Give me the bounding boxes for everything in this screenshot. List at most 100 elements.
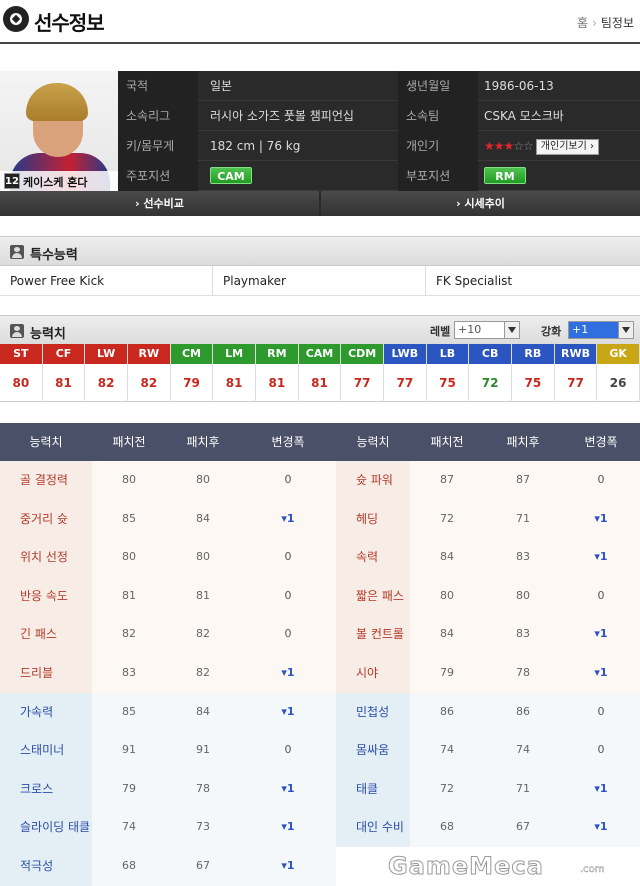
team-value: CSKA 모스크바 <box>484 109 564 123</box>
stat-value: 78 <box>484 654 562 693</box>
position-label: CM <box>170 344 213 364</box>
stat-change: ▾1 <box>562 808 640 847</box>
stat-value: 80 <box>92 538 166 577</box>
position-cell: CF 81 <box>42 344 86 402</box>
position-value: 77 <box>567 376 584 390</box>
stat-value: 82 <box>166 654 240 693</box>
main-position-badge: CAM <box>210 167 252 184</box>
special-abilities-list: Power Free Kick Playmaker FK Specialist <box>0 266 640 296</box>
stat-name: 볼 컨트롤 <box>336 615 410 654</box>
position-cell: CDM 77 <box>341 344 384 402</box>
stat-change: 0 <box>562 576 640 616</box>
breadcrumb-home-link[interactable]: 홈 <box>577 16 588 30</box>
stat-value: 91 <box>92 731 166 770</box>
stat-value: 83 <box>484 615 562 654</box>
special-ability-item: Playmaker <box>213 266 426 296</box>
column-header: 패치전 <box>112 435 146 449</box>
table-row: 중거리 슛 85 84 ▾1 헤딩 72 71 ▾1 <box>0 499 640 539</box>
level-select[interactable]: +10 <box>454 321 520 339</box>
league-label: 소속리그 <box>118 101 198 131</box>
position-cell: LB 75 <box>426 344 470 402</box>
position-cell: CAM 81 <box>298 344 342 402</box>
stat-change: ▾1 <box>240 692 336 732</box>
position-label: CDM <box>341 344 383 364</box>
position-label: RWB <box>554 344 597 364</box>
birth-label: 생년월일 <box>398 71 478 101</box>
stat-value: 67 <box>484 808 562 847</box>
stat-name: 대인 수비 <box>336 808 410 847</box>
market-trend-button[interactable]: › 시세추이 <box>321 191 640 216</box>
stat-name: 속력 <box>336 538 410 577</box>
enhance-select[interactable]: +1 <box>568 321 634 339</box>
position-value: 82 <box>140 376 158 390</box>
nationality-label: 국적 <box>118 71 198 101</box>
stat-name: 스태미너 <box>0 731 92 770</box>
position-value: 80 <box>12 376 30 390</box>
special-abilities-title: 특수능력 <box>30 248 78 263</box>
stat-value: 74 <box>410 731 484 770</box>
position-cell: LWB 77 <box>384 344 427 402</box>
stat-change: ▾1 <box>240 654 336 693</box>
player-name: 케이스케 혼다 <box>23 176 88 189</box>
info-row: 소속리그 러시아 소가즈 풋볼 챔피언십 소속팀 CSKA 모스크바 <box>118 101 640 131</box>
stat-change: 0 <box>240 538 336 577</box>
position-label: LB <box>426 344 469 364</box>
position-value: 77 <box>353 376 371 390</box>
position-cell: ST 80 <box>0 344 43 402</box>
stat-name: 슛 파워 <box>336 461 410 500</box>
position-value: 79 <box>183 376 200 390</box>
position-cell: RM 81 <box>256 344 299 402</box>
stat-name: 긴 패스 <box>0 615 92 654</box>
stat-value: 78 <box>166 769 240 809</box>
league-value: 러시아 소가즈 풋볼 챔피언십 <box>210 109 354 123</box>
skill-star-rating: ★★★☆☆ <box>484 139 534 153</box>
table-row: 골 결정력 80 80 0 슛 파워 87 87 0 <box>0 461 640 500</box>
stat-change: ▾1 <box>562 615 640 654</box>
stat-value: 83 <box>92 654 166 693</box>
compare-player-button[interactable]: › 선수비교 <box>0 191 319 216</box>
position-value: 81 <box>55 376 72 390</box>
stat-change: 0 <box>240 576 336 616</box>
stat-name: 헤딩 <box>336 499 410 539</box>
birth-value: 1986-06-13 <box>484 79 554 93</box>
position-cell: CM 79 <box>170 344 214 402</box>
column-header: 변경폭 <box>584 435 618 449</box>
info-row: 키/몸무게 182 cm | 76 kg 개인기 ★★★☆☆ 개인기보기 › <box>118 131 640 161</box>
position-cell: RW 82 <box>128 344 171 402</box>
stat-name: 크로스 <box>0 769 92 809</box>
table-row: 반응 속도 81 81 0 짧은 패스 80 80 0 <box>0 576 640 616</box>
stat-change: ▾1 <box>240 808 336 847</box>
position-value: 72 <box>481 376 499 390</box>
position-label: CB <box>469 344 511 364</box>
table-row: 긴 패스 82 82 0 볼 컨트롤 84 83 ▾1 <box>0 615 640 654</box>
stat-value: 86 <box>410 692 484 732</box>
page-title: 선수정보 <box>34 11 105 35</box>
position-label: RW <box>128 344 170 364</box>
chevron-right-icon: › <box>589 141 594 152</box>
info-row: 국적 일본 생년월일 1986-06-13 <box>118 71 640 101</box>
chevron-down-icon <box>504 322 519 338</box>
stat-change: ▾1 <box>562 499 640 539</box>
stat-change: 0 <box>562 461 640 500</box>
stat-value: 71 <box>484 499 562 539</box>
breadcrumb-current[interactable]: 팀정보 <box>601 16 634 30</box>
position-label: RM <box>256 344 298 364</box>
view-skills-button[interactable]: 개인기보기 › <box>535 139 599 155</box>
stat-change: ▾1 <box>240 847 336 886</box>
player-photo: 12 케이스케 혼다 <box>0 71 118 191</box>
stat-value: 71 <box>484 769 562 809</box>
position-label: RB <box>512 344 554 364</box>
breadcrumb: 홈 › 팀정보 <box>577 14 634 31</box>
position-label: LM <box>213 344 255 364</box>
stat-name: 몸싸움 <box>336 731 410 770</box>
stat-change: ▾1 <box>562 654 640 693</box>
player-card: 12 케이스케 혼다 국적 일본 생년월일 1986-06-13 소속리그 러시… <box>0 71 640 216</box>
stat-name: 민첩성 <box>336 692 410 732</box>
position-label: GK <box>597 344 639 364</box>
skill-label: 개인기 <box>398 131 478 161</box>
stat-value: 79 <box>92 769 166 809</box>
position-ratings: ST 80 CF 81 LW 82 RW 82 CM 79 LM 81 RM 81 CAM 81 CDM 77 LW… <box>0 344 640 402</box>
position-label: LWB <box>384 344 426 364</box>
gamemeca-watermark: GameMeca .com <box>388 852 605 881</box>
stat-change: ▾1 <box>562 538 640 577</box>
